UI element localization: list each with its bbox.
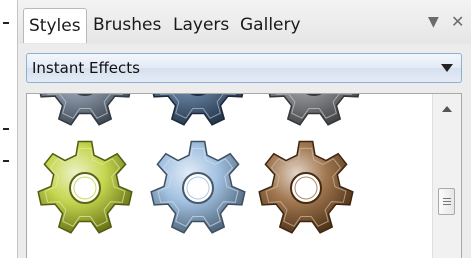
- tab-brushes[interactable]: Brushes: [93, 8, 161, 42]
- scroll-up-arrow-icon[interactable]: [442, 106, 452, 112]
- tab-layers[interactable]: Layers: [173, 8, 229, 42]
- style-thumbnail-silver-gear[interactable]: [35, 94, 135, 130]
- gear-icon: [258, 140, 354, 234]
- page-edge-mark: [3, 160, 9, 162]
- grip-line: [443, 198, 451, 199]
- grip-line: [443, 201, 451, 202]
- styles-grid: [27, 94, 432, 258]
- tab-styles[interactable]: Styles: [23, 8, 87, 43]
- style-category-dropdown[interactable]: Instant Effects: [26, 53, 462, 83]
- page-edge-mark: [3, 22, 9, 24]
- gear-icon: [150, 140, 246, 234]
- gear-icon: [39, 94, 131, 126]
- style-thumbnail-lime-gear[interactable]: [35, 138, 135, 238]
- grip-line: [443, 204, 451, 205]
- chevron-down-icon: [441, 64, 453, 72]
- dropdown-selected-value: Instant Effects: [32, 59, 140, 77]
- triangle-down-icon[interactable]: ▼: [428, 14, 439, 30]
- page-edge-mark: [3, 128, 9, 130]
- style-thumbnail-gray-gear[interactable]: [264, 94, 364, 130]
- scrollbar-thumb[interactable]: [438, 188, 455, 215]
- close-icon[interactable]: ✕: [451, 14, 464, 30]
- style-thumbnail-ice-gear[interactable]: [148, 138, 248, 238]
- styles-gallery: [26, 93, 462, 258]
- gear-icon: [37, 140, 133, 234]
- tab-gallery[interactable]: Gallery: [240, 8, 301, 42]
- style-thumbnail-bronze-gear[interactable]: [256, 138, 356, 238]
- styles-panel: Styles Brushes Layers Gallery ▼ ✕ Instan…: [17, 0, 471, 258]
- style-thumbnail-blue-gear[interactable]: [148, 94, 248, 130]
- gear-icon: [268, 94, 360, 126]
- gallery-scrollbar[interactable]: [432, 94, 461, 258]
- panel-tab-bar: Styles Brushes Layers Gallery ▼ ✕: [18, 0, 471, 44]
- gear-icon: [152, 94, 244, 126]
